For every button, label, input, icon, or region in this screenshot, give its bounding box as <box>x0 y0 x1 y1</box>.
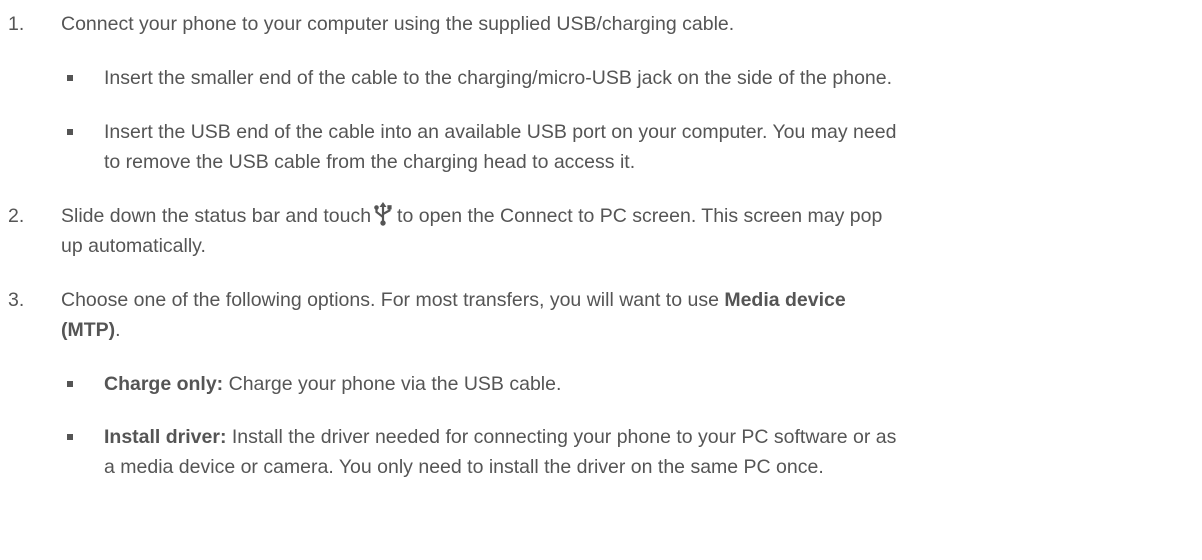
period: . <box>115 319 121 341</box>
bullet-text-line-1: Insert the USB end of the cable into an … <box>104 121 897 143</box>
media-device-option-name: Media device <box>724 289 846 311</box>
bullet-square-icon <box>67 381 73 387</box>
step-number: 3. <box>8 289 25 311</box>
step-text-before-icon: Slide down the status bar and touch <box>61 205 372 227</box>
bullet-text: Charge only: Charge your phone via the U… <box>104 370 1194 398</box>
step-number: 1. <box>8 13 25 35</box>
step-text-line-2: (MTP). <box>61 316 1191 344</box>
option-label: Charge only: <box>104 373 224 395</box>
step-number: 2. <box>8 205 25 227</box>
bullet-square-icon <box>67 434 73 440</box>
step-text: Connect your phone to your computer usin… <box>61 13 735 35</box>
bullet-text-line-1: Install driver: Install the driver neede… <box>104 423 1194 451</box>
step-text-line-1: Slide down the status bar and touch to op… <box>61 202 1191 234</box>
bullet-text-line-2: a media device or camera. You only need … <box>104 456 824 478</box>
option-description: Charge your phone via the USB cable. <box>228 373 562 395</box>
mtp-label: (MTP) <box>61 319 116 341</box>
usb-icon <box>373 202 393 234</box>
option-description: Install the driver needed for connecting… <box>231 426 897 448</box>
step-text-line-1: Choose one of the following options. For… <box>61 286 1191 314</box>
bullet-text: Insert the smaller end of the cable to t… <box>104 67 893 89</box>
step-text-line-2: up automatically. <box>61 235 206 257</box>
step-text: Choose one of the following options. For… <box>61 289 719 311</box>
instructions-document: 1. Connect your phone to your computer u… <box>0 0 1202 560</box>
bullet-square-icon <box>67 129 73 135</box>
bullet-text-line-2: to remove the USB cable from the chargin… <box>104 151 636 173</box>
option-label: Install driver: <box>104 426 227 448</box>
step-text-after-icon: to open the Connect to PC screen. This s… <box>397 205 883 227</box>
bullet-square-icon <box>67 75 73 81</box>
